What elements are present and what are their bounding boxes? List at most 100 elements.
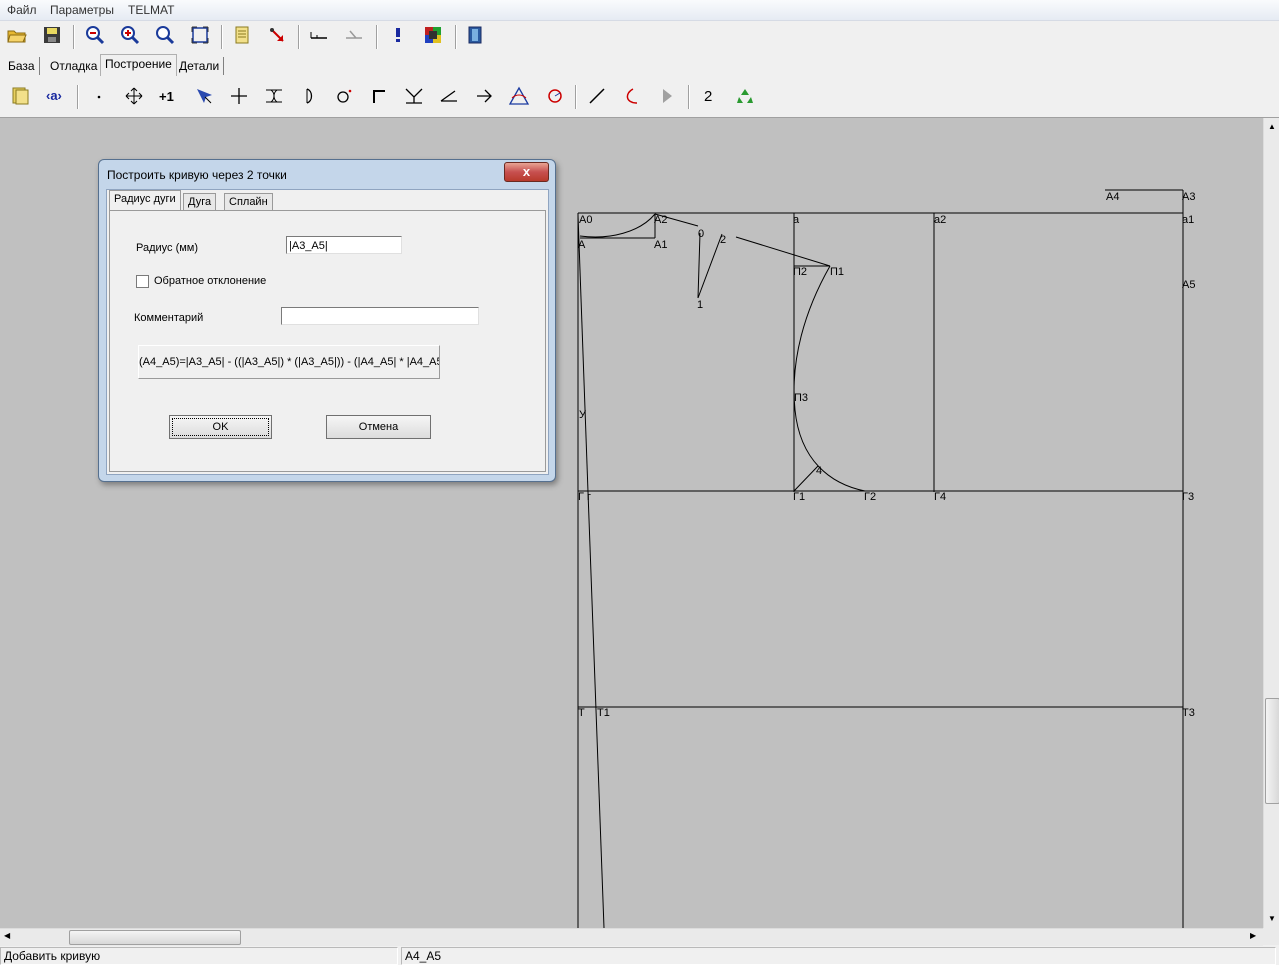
scroll-corner bbox=[1263, 928, 1279, 945]
zoom-fit-icon[interactable] bbox=[188, 23, 212, 47]
angle-measure-icon[interactable] bbox=[342, 23, 366, 47]
svg-text:0: 0 bbox=[698, 228, 704, 240]
scroll-up-icon[interactable]: ▲ bbox=[1268, 122, 1276, 131]
horizontal-scroll-thumb[interactable] bbox=[69, 930, 241, 945]
svg-text:а: а bbox=[793, 214, 800, 226]
perpendicular-icon[interactable] bbox=[402, 84, 426, 108]
scroll-right-icon[interactable]: ▶ bbox=[1250, 931, 1256, 940]
vertical-scrollbar[interactable]: ▲ ▼ bbox=[1263, 118, 1279, 928]
pointer-red-icon[interactable] bbox=[265, 23, 289, 47]
ok-button[interactable]: OK bbox=[169, 415, 272, 439]
construction-toolbar: ‹a› +1 2 bbox=[0, 77, 1279, 118]
color-palette-icon[interactable] bbox=[421, 23, 445, 47]
svg-text:Т1: Т1 bbox=[597, 707, 610, 719]
move-icon[interactable] bbox=[122, 84, 146, 108]
save-icon[interactable] bbox=[40, 23, 64, 47]
comment-input[interactable] bbox=[281, 307, 479, 325]
svg-text:Г2: Г2 bbox=[864, 491, 876, 503]
select-points-icon[interactable] bbox=[192, 84, 216, 108]
tab-baza[interactable]: База bbox=[4, 57, 40, 75]
tab-otladka[interactable]: Отладка bbox=[46, 57, 103, 75]
svg-text:4: 4 bbox=[816, 465, 822, 477]
arc-circle-icon[interactable] bbox=[543, 84, 567, 108]
dialog-title: Построить кривую через 2 точки bbox=[107, 168, 287, 182]
svg-text:А1: А1 bbox=[654, 239, 667, 251]
svg-text:Г: Г bbox=[578, 491, 584, 503]
zoom-out-icon[interactable] bbox=[83, 23, 107, 47]
divide-segment-icon[interactable] bbox=[262, 84, 286, 108]
triangle-arc-icon[interactable] bbox=[507, 84, 531, 108]
status-message: Добавить кривую bbox=[0, 947, 398, 965]
svg-text:А5: А5 bbox=[1182, 279, 1195, 291]
tab-arc-radius[interactable]: Радиус дуги bbox=[109, 190, 181, 211]
curve-icon[interactable] bbox=[620, 84, 644, 108]
tab-arc[interactable]: Дуга bbox=[183, 193, 217, 211]
svg-text:У: У bbox=[579, 409, 587, 421]
scroll-down-icon[interactable]: ▼ bbox=[1268, 914, 1276, 923]
svg-text:г: г bbox=[587, 491, 591, 503]
tab-postroenie[interactable]: Построение bbox=[100, 54, 177, 76]
svg-text:Г1: Г1 bbox=[793, 491, 805, 503]
svg-text:Г4: Г4 bbox=[934, 491, 946, 503]
horizontal-scrollbar[interactable]: ◀ ▶ bbox=[0, 928, 1263, 946]
cancel-button[interactable]: Отмена bbox=[326, 415, 431, 439]
svg-text:+1: +1 bbox=[159, 89, 174, 104]
document-icon[interactable] bbox=[230, 23, 254, 47]
dialog-client: Радиус дуги Дуга Сплайн Радиус (мм) |А3_… bbox=[106, 189, 549, 475]
svg-text:2: 2 bbox=[704, 88, 712, 105]
line-icon[interactable] bbox=[585, 84, 609, 108]
svg-text:А4: А4 bbox=[1106, 191, 1119, 203]
measure-icon[interactable] bbox=[307, 23, 331, 47]
vertical-scroll-thumb[interactable] bbox=[1265, 698, 1279, 804]
svg-text:‹a›: ‹a› bbox=[46, 88, 62, 103]
status-bar: Добавить кривую А4_А5 bbox=[0, 946, 1279, 965]
cross-icon[interactable] bbox=[227, 84, 251, 108]
svg-text:а1: а1 bbox=[1182, 214, 1194, 226]
menu-file[interactable]: Файл bbox=[7, 3, 37, 17]
recycle-icon[interactable] bbox=[733, 84, 757, 108]
tab-detali[interactable]: Детали bbox=[175, 57, 225, 75]
arrow-icon[interactable] bbox=[472, 84, 496, 108]
mode-tabs: База Отладка Построение Детали bbox=[0, 53, 1279, 77]
zoom-icon[interactable] bbox=[153, 23, 177, 47]
angle-icon[interactable] bbox=[437, 84, 461, 108]
reverse-label: Обратное отклонение bbox=[154, 275, 267, 287]
tab-panel: Радиус (мм) |А3_А5| Обратное отклонение … bbox=[109, 210, 546, 472]
tab-spline[interactable]: Сплайн bbox=[224, 193, 273, 211]
svg-text:Т3: Т3 bbox=[1182, 707, 1195, 719]
comment-label: Комментарий bbox=[134, 312, 204, 324]
svg-text:П3: П3 bbox=[794, 392, 808, 404]
play-icon[interactable] bbox=[655, 84, 679, 108]
close-button[interactable]: x bbox=[504, 162, 549, 182]
corner-icon[interactable] bbox=[367, 84, 391, 108]
svg-text:Т: Т bbox=[578, 707, 585, 719]
plus-one-icon[interactable]: +1 bbox=[157, 84, 181, 108]
open-folder-icon[interactable] bbox=[5, 23, 29, 47]
circle-point-icon[interactable] bbox=[332, 84, 356, 108]
variable-a-icon[interactable]: ‹a› bbox=[44, 84, 68, 108]
radius-input[interactable]: |А3_А5| bbox=[286, 236, 402, 254]
svg-text:а2: а2 bbox=[934, 214, 946, 226]
radius-label: Радиус (мм) bbox=[136, 242, 199, 254]
two-button[interactable]: 2 bbox=[697, 84, 721, 108]
scroll-left-icon[interactable]: ◀ bbox=[4, 931, 10, 940]
menu-telmat[interactable]: TELMAT bbox=[128, 3, 174, 17]
exclamation-icon[interactable] bbox=[386, 23, 410, 47]
svg-text:А3: А3 bbox=[1182, 191, 1195, 203]
svg-text:А2: А2 bbox=[654, 214, 667, 226]
notes-icon[interactable] bbox=[8, 84, 32, 108]
svg-text:1: 1 bbox=[697, 299, 703, 311]
menu-bar: Файл Параметры TELMAT bbox=[0, 0, 1279, 21]
svg-text:П2: П2 bbox=[793, 266, 807, 278]
half-circle-icon[interactable] bbox=[297, 84, 321, 108]
exit-door-icon[interactable] bbox=[463, 23, 487, 47]
status-object: А4_А5 bbox=[401, 947, 1276, 965]
svg-text:П1: П1 bbox=[830, 266, 844, 278]
reverse-checkbox[interactable] bbox=[136, 275, 149, 288]
svg-text:А0: А0 bbox=[579, 214, 592, 226]
menu-params[interactable]: Параметры bbox=[50, 3, 114, 17]
svg-text:А: А bbox=[578, 239, 586, 251]
point-icon[interactable] bbox=[87, 84, 111, 108]
zoom-in-icon[interactable] bbox=[118, 23, 142, 47]
main-toolbar bbox=[0, 21, 1279, 54]
